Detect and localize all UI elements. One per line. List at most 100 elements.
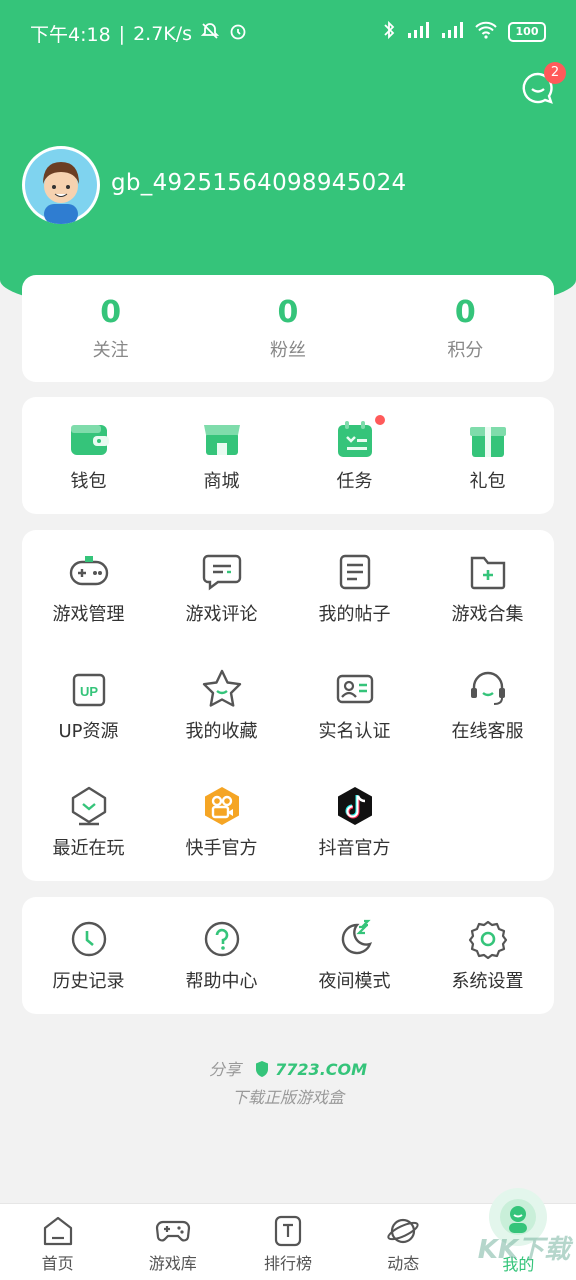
wifi-icon [474, 21, 498, 43]
quick-card: 钱包 商城 任务 礼包 [22, 397, 554, 514]
feature-item-my-posts[interactable]: 我的帖子 [288, 530, 421, 647]
recent-icon [67, 784, 111, 828]
tab-label: 首页 [41, 1254, 74, 1273]
feature-item-label: 实名认证 [318, 721, 391, 742]
planet-icon [385, 1213, 421, 1249]
settings-item-night-mode[interactable]: 夜间模式 [288, 897, 421, 1014]
folder-add-icon [466, 550, 510, 594]
brand-logo: 7723.COM [275, 1060, 368, 1079]
stat-label: 积分 [447, 340, 484, 361]
alarm-icon [228, 21, 248, 46]
stat-label: 粉丝 [269, 340, 306, 361]
star-icon [200, 667, 244, 711]
help-icon [200, 917, 244, 961]
quick-item-gift[interactable]: 礼包 [421, 397, 554, 514]
signal-icon-2 [440, 21, 464, 43]
mute-icon [200, 21, 220, 46]
feature-item-recent-play[interactable]: 最近在玩 [22, 764, 155, 881]
moon-icon [333, 917, 377, 961]
gear-icon [466, 917, 510, 961]
settings-item-system-settings[interactable]: 系统设置 [421, 897, 554, 1014]
feature-item-kuaishou[interactable]: 快手官方 [155, 764, 288, 881]
home-icon [40, 1213, 76, 1249]
settings-item-label: 系统设置 [451, 971, 524, 992]
douyin-icon [333, 784, 377, 828]
stat-value: 0 [100, 295, 122, 330]
id-card-icon [333, 667, 377, 711]
comment-icon [200, 550, 244, 594]
stat-fans[interactable]: 0 粉丝 [199, 275, 376, 382]
status-bar: 下午4:18 | 2.7K/s 100 [0, 14, 576, 54]
settings-item-label: 历史记录 [52, 971, 125, 992]
task-icon [333, 415, 385, 461]
stat-label: 关注 [92, 340, 129, 361]
headset-icon [466, 667, 510, 711]
svg-text:UP: UP [79, 684, 97, 699]
quick-item-task[interactable]: 任务 [288, 397, 421, 514]
tab-feed[interactable]: 动态 [346, 1204, 461, 1280]
feature-item-label: 游戏合集 [451, 604, 524, 625]
settings-item-label: 夜间模式 [318, 971, 391, 992]
footer-brand: 分享 7723.COM 下载正版游戏盒 [0, 1056, 576, 1108]
feature-item-game-collection[interactable]: 游戏合集 [421, 530, 554, 647]
feature-item-label: 我的收藏 [185, 721, 258, 742]
feature-item-label: 快手官方 [185, 838, 258, 859]
tab-rank[interactable]: 排行榜 [230, 1204, 345, 1280]
quick-item-label: 任务 [336, 471, 373, 492]
wallet-icon [67, 417, 111, 461]
gamepad-icon [67, 550, 111, 594]
rank-icon [270, 1213, 306, 1249]
chat-icon [520, 72, 556, 110]
gamepad-icon [155, 1213, 191, 1249]
feature-item-favorites[interactable]: 我的收藏 [155, 647, 288, 764]
stat-value: 0 [454, 295, 476, 330]
status-time: 下午4:18 [30, 24, 111, 46]
status-speed: 2.7K/s [133, 22, 193, 45]
brand-shield-icon [254, 1060, 270, 1082]
feature-item-label: 在线客服 [451, 721, 524, 742]
feature-item-label: 最近在玩 [52, 838, 125, 859]
avatar[interactable] [22, 146, 100, 224]
quick-item-shop[interactable]: 商城 [155, 397, 288, 514]
feature-item-game-comment[interactable]: 游戏评论 [155, 530, 288, 647]
tab-label: 动态 [387, 1254, 420, 1273]
battery-indicator: 100 [508, 22, 546, 42]
post-icon [333, 550, 377, 594]
feature-item-label: 游戏评论 [185, 604, 258, 625]
settings-item-history[interactable]: 历史记录 [22, 897, 155, 1014]
tab-label: 排行榜 [264, 1254, 313, 1273]
feature-item-label: 我的帖子 [318, 604, 391, 625]
feature-card: 游戏管理 游戏评论 我的帖子 游戏合集 UP UP资源 我的收藏 实名认证 在线… [22, 530, 554, 881]
shop-icon [200, 417, 244, 461]
tab-home[interactable]: 首页 [0, 1204, 115, 1280]
clock-icon [67, 917, 111, 961]
quick-item-wallet[interactable]: 钱包 [22, 397, 155, 514]
feature-item-up-resources[interactable]: UP UP资源 [22, 647, 155, 764]
stat-following[interactable]: 0 关注 [22, 275, 199, 382]
settings-card: 历史记录 帮助中心 夜间模式 系统设置 [22, 897, 554, 1014]
quick-item-label: 钱包 [70, 471, 107, 492]
feature-item-customer-service[interactable]: 在线客服 [421, 647, 554, 764]
feature-item-label: 抖音官方 [318, 838, 391, 859]
gift-icon [466, 417, 510, 461]
up-icon: UP [67, 667, 111, 711]
feature-item-real-name[interactable]: 实名认证 [288, 647, 421, 764]
settings-item-help[interactable]: 帮助中心 [155, 897, 288, 1014]
feature-item-label: UP资源 [58, 721, 119, 742]
tab-label: 游戏库 [148, 1254, 197, 1273]
quick-item-label: 商城 [203, 471, 240, 492]
tab-game-library[interactable]: 游戏库 [115, 1204, 230, 1280]
username[interactable]: gb_49251564098945024 [111, 170, 406, 196]
stats-card: 0 关注 0 粉丝 0 积分 [22, 275, 554, 382]
stat-points[interactable]: 0 积分 [377, 275, 554, 382]
kuaishou-icon [200, 784, 244, 828]
settings-item-label: 帮助中心 [185, 971, 258, 992]
signal-icon [406, 21, 430, 43]
feature-item-label: 游戏管理 [52, 604, 125, 625]
feature-item-game-manage[interactable]: 游戏管理 [22, 530, 155, 647]
feature-item-douyin[interactable]: 抖音官方 [288, 764, 421, 881]
brand-slogan: 下载正版游戏盒 [231, 1088, 344, 1107]
stat-value: 0 [277, 295, 299, 330]
task-notification-dot [374, 415, 385, 425]
share-label: 分享 [208, 1060, 241, 1079]
